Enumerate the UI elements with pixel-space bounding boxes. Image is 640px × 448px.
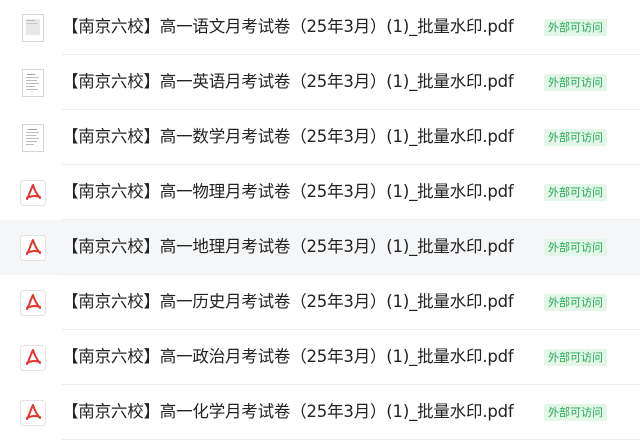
pdf-icon <box>20 289 46 317</box>
file-name[interactable]: 【南京六校】高一数学月考试卷（25年3月）(1)_批量水印.pdf <box>62 124 514 150</box>
pdf-icon <box>20 344 46 372</box>
file-name[interactable]: 【南京六校】高一政治月考试卷（25年3月）(1)_批量水印.pdf <box>62 344 514 370</box>
file-row[interactable]: 【南京六校】高一政治月考试卷（25年3月）(1)_批量水印.pdf 外部可访问 <box>0 330 640 385</box>
pdf-icon <box>20 234 46 262</box>
external-access-badge: 外部可访问 <box>544 129 607 146</box>
file-name[interactable]: 【南京六校】高一地理月考试卷（25年3月）(1)_批量水印.pdf <box>62 234 514 260</box>
file-row[interactable]: 【南京六校】高一英语月考试卷（25年3月）(1)_批量水印.pdf 外部可访问 <box>0 55 640 110</box>
file-list: 【南京六校】高一语文月考试卷（25年3月）(1)_批量水印.pdf 外部可访问 … <box>0 0 640 448</box>
file-name[interactable]: 【南京六校】高一历史月考试卷（25年3月）(1)_批量水印.pdf <box>62 289 514 315</box>
file-row[interactable]: 【南京六校】高一化学月考试卷（25年3月）(1)_批量水印.pdf 外部可访问 <box>0 385 640 440</box>
document-thumbnail-icon <box>20 124 46 152</box>
document-thumbnail-icon <box>20 69 46 97</box>
external-access-badge: 外部可访问 <box>544 74 607 91</box>
file-row[interactable]: 【南京六校】高一历史月考试卷（25年3月）(1)_批量水印.pdf 外部可访问 <box>0 275 640 330</box>
file-row[interactable]: 【南京六校】高一物理月考试卷（25年3月）(1)_批量水印.pdf 外部可访问 <box>0 165 640 220</box>
file-row[interactable]: 【南京六校】高一地理月考试卷（25年3月）(1)_批量水印.pdf 外部可访问 <box>0 220 640 275</box>
pdf-icon <box>20 179 46 207</box>
external-access-badge: 外部可访问 <box>544 184 607 201</box>
row-divider <box>62 439 640 440</box>
external-access-badge: 外部可访问 <box>544 19 607 36</box>
file-name[interactable]: 【南京六校】高一物理月考试卷（25年3月）(1)_批量水印.pdf <box>62 179 514 205</box>
document-thumbnail-icon <box>20 14 46 42</box>
file-name[interactable]: 【南京六校】高一英语月考试卷（25年3月）(1)_批量水印.pdf <box>62 69 514 95</box>
file-row[interactable]: 【南京六校】高一语文月考试卷（25年3月）(1)_批量水印.pdf 外部可访问 <box>0 0 640 55</box>
file-name[interactable]: 【南京六校】高一化学月考试卷（25年3月）(1)_批量水印.pdf <box>62 399 514 425</box>
external-access-badge: 外部可访问 <box>544 239 607 256</box>
external-access-badge: 外部可访问 <box>544 294 607 311</box>
external-access-badge: 外部可访问 <box>544 349 607 366</box>
file-row[interactable]: 【南京六校】高一数学月考试卷（25年3月）(1)_批量水印.pdf 外部可访问 <box>0 110 640 165</box>
pdf-icon <box>20 399 46 427</box>
file-name[interactable]: 【南京六校】高一语文月考试卷（25年3月）(1)_批量水印.pdf <box>62 14 514 40</box>
external-access-badge: 外部可访问 <box>544 404 607 421</box>
